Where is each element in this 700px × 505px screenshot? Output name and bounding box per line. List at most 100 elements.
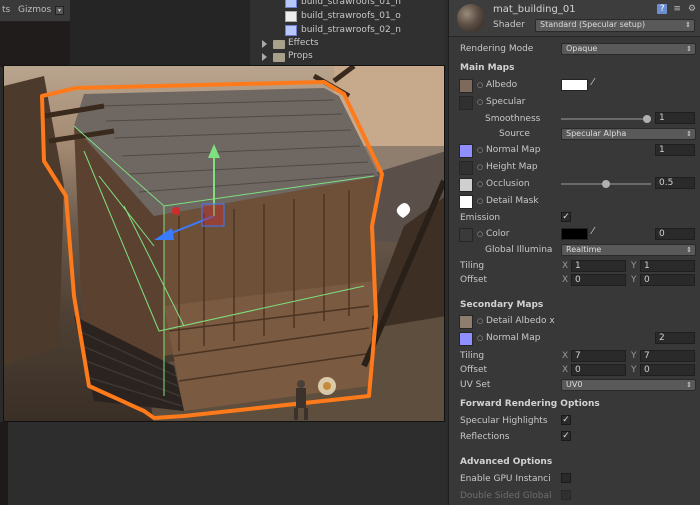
- emission-intensity[interactable]: 0: [655, 228, 695, 240]
- scene-view-strip: [0, 22, 70, 67]
- object-picker-icon[interactable]: ○: [477, 98, 483, 106]
- albedo-texture-slot[interactable]: [459, 79, 473, 93]
- smoothness-slider[interactable]: [561, 118, 651, 120]
- project-file-row[interactable]: build_strawroofs_02_n: [250, 24, 445, 38]
- detail-offset-y-field[interactable]: 0: [640, 364, 695, 376]
- detail-mask-texture-slot[interactable]: [459, 195, 473, 209]
- occlusion-slider-knob[interactable]: [602, 180, 610, 188]
- emission-texture-slot[interactable]: [459, 228, 473, 242]
- background-building: [4, 76, 64, 366]
- reflections-checkbox[interactable]: ✓: [561, 431, 571, 441]
- source-dropdown[interactable]: Specular Alpha ⇕: [561, 128, 696, 140]
- detail-normal-scale[interactable]: 2: [655, 332, 695, 344]
- viewport-footer: [0, 422, 445, 505]
- uv-set-dropdown[interactable]: UV0 ⇕: [561, 379, 696, 391]
- project-file-row[interactable]: build_strawroofs_01_o: [250, 10, 445, 24]
- offset-label: Offset: [460, 275, 488, 285]
- scene-toolbar: ts Gizmos ▾: [0, 0, 70, 22]
- scene-viewport[interactable]: [3, 65, 445, 422]
- panel-gap: [70, 0, 250, 65]
- detail-offset-y-label: Y: [631, 365, 637, 375]
- tiling-label: Tiling: [460, 261, 485, 271]
- secondary-maps-heading: Secondary Maps: [460, 300, 544, 310]
- normal-map-texture-slot[interactable]: [459, 144, 473, 158]
- shader-dropdown[interactable]: Standard (Specular setup) ⇕: [535, 19, 695, 32]
- project-folder-row[interactable]: Effects: [250, 37, 445, 51]
- gizmo-x-handle[interactable]: [172, 207, 180, 215]
- texture-file-icon: [285, 25, 297, 36]
- global-illumination-label: Global Illumina: [485, 245, 553, 255]
- header-icons: ? ≡ ⚙: [655, 4, 697, 14]
- eyedropper-icon[interactable]: ⁄: [592, 226, 594, 237]
- specular-highlights-checkbox[interactable]: ✓: [561, 415, 571, 425]
- occlusion-texture-slot[interactable]: [459, 178, 473, 192]
- eyedropper-icon[interactable]: ⁄: [592, 77, 594, 88]
- tiling-x-field[interactable]: 1: [571, 260, 626, 272]
- project-file-name: build_strawroofs_01_o: [301, 11, 401, 21]
- expand-arrow-icon[interactable]: [262, 40, 267, 48]
- texture-file-icon: [285, 11, 297, 22]
- detail-tiling-y-field[interactable]: 7: [640, 350, 695, 362]
- height-map-texture-slot[interactable]: [459, 161, 473, 175]
- toolbar-cut-label[interactable]: ts: [2, 5, 10, 15]
- object-picker-icon[interactable]: ○: [477, 197, 483, 205]
- detail-normal-texture-slot[interactable]: [459, 332, 473, 346]
- emission-checkbox[interactable]: ✓: [561, 212, 571, 222]
- detail-offset-x-field[interactable]: 0: [571, 364, 626, 376]
- detail-mask-label: Detail Mask: [486, 196, 539, 206]
- offset-x-field[interactable]: 0: [571, 274, 626, 286]
- gear-icon[interactable]: ⚙: [687, 4, 697, 14]
- source-label: Source: [499, 129, 530, 139]
- forward-rendering-heading: Forward Rendering Options: [460, 399, 600, 409]
- object-picker-icon[interactable]: ○: [477, 180, 483, 188]
- rendering-mode-value: Opaque: [566, 44, 598, 53]
- folder-icon: [273, 53, 285, 62]
- occlusion-label: Occlusion: [486, 179, 530, 189]
- detail-albedo-texture-slot[interactable]: [459, 315, 473, 329]
- object-picker-icon[interactable]: ○: [477, 163, 483, 171]
- specular-label: Specular: [486, 97, 526, 107]
- smoothness-value[interactable]: 1: [655, 112, 695, 124]
- smoothness-slider-knob[interactable]: [643, 115, 651, 123]
- object-picker-icon[interactable]: ○: [477, 334, 483, 342]
- preset-icon[interactable]: ≡: [672, 4, 682, 14]
- project-file-row[interactable]: build_strawroofs_01_n: [250, 0, 445, 10]
- detail-tiling-y-label: Y: [631, 351, 637, 361]
- dropdown-arrow-icon: ⇕: [686, 130, 692, 138]
- rendering-mode-dropdown[interactable]: Opaque ⇕: [561, 43, 696, 55]
- source-value: Specular Alpha: [566, 129, 627, 138]
- gizmos-dropdown-icon[interactable]: ▾: [55, 6, 64, 15]
- help-icon[interactable]: ?: [657, 4, 668, 14]
- albedo-color-field[interactable]: [561, 79, 588, 91]
- offset-y-field[interactable]: 0: [640, 274, 695, 286]
- gizmos-button[interactable]: Gizmos: [18, 5, 51, 15]
- tiling-y-label: Y: [631, 261, 637, 271]
- emission-color-field[interactable]: [561, 228, 588, 240]
- expand-arrow-icon[interactable]: [262, 53, 267, 61]
- global-illumination-dropdown[interactable]: Realtime ⇕: [561, 244, 696, 256]
- specular-texture-slot[interactable]: [459, 96, 473, 110]
- uv-set-value: UV0: [566, 380, 583, 389]
- specular-highlights-label: Specular Highlights: [460, 416, 548, 426]
- project-folder-row[interactable]: Props: [250, 50, 445, 64]
- object-picker-icon[interactable]: ○: [477, 81, 483, 89]
- detail-tiling-x-field[interactable]: 7: [571, 350, 626, 362]
- object-picker-icon[interactable]: ○: [477, 146, 483, 154]
- object-picker-icon[interactable]: ○: [477, 317, 483, 325]
- dropdown-arrow-icon: ⇕: [686, 246, 692, 254]
- emission-color-label: Color: [486, 229, 510, 239]
- offset-y-label: Y: [631, 275, 637, 285]
- emission-label: Emission: [460, 213, 501, 223]
- gizmo-plane-handle[interactable]: [201, 203, 225, 227]
- normal-map-scale[interactable]: 1: [655, 144, 695, 156]
- detail-normal-map-label: Normal Map: [486, 333, 541, 343]
- tiling-y-field[interactable]: 1: [640, 260, 695, 272]
- object-picker-icon[interactable]: ○: [477, 230, 483, 238]
- detail-offset-x-label: X: [562, 365, 569, 375]
- occlusion-value[interactable]: 0.5: [655, 177, 695, 189]
- detail-tiling-x-label: X: [562, 351, 569, 361]
- dropdown-arrow-icon: ⇕: [685, 21, 691, 29]
- gpu-instancing-checkbox[interactable]: [561, 473, 571, 483]
- reflections-label: Reflections: [460, 432, 510, 442]
- particle-system-icon[interactable]: [318, 377, 336, 395]
